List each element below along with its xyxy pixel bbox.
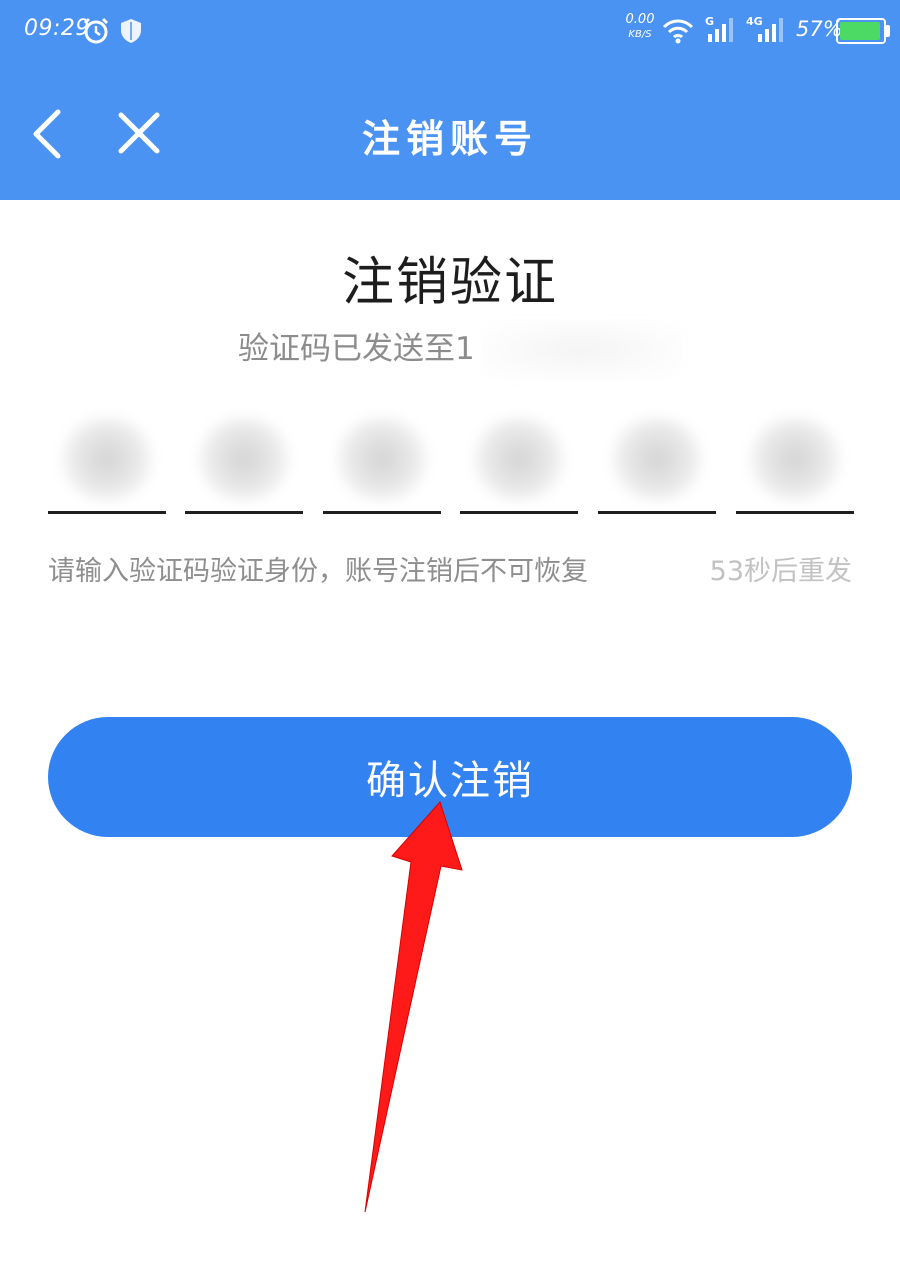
wifi-icon — [662, 18, 694, 48]
page-title: 注销账号 — [361, 117, 538, 161]
status-bar: 09:29 0.00 KB/S G 4G 57% — [0, 0, 900, 66]
shield-icon — [120, 18, 142, 48]
code-digit-5[interactable] — [598, 410, 716, 514]
code-digit-1[interactable] — [48, 410, 166, 514]
net-speed: 0.00 KB/S — [620, 12, 660, 42]
redacted-digit — [474, 418, 564, 500]
redacted-digit — [199, 418, 289, 500]
code-sent-text: 验证码已发送至1 — [238, 331, 475, 367]
digit-underline — [323, 511, 441, 514]
confirm-deregister-button[interactable]: 确认注销 — [48, 717, 852, 837]
verification-code-input[interactable] — [48, 410, 854, 514]
signal-2-label: 4G — [746, 15, 763, 28]
redacted-digit — [337, 418, 427, 500]
alarm-icon — [82, 17, 110, 49]
redacted-digit — [750, 418, 840, 500]
digit-underline — [185, 511, 303, 514]
code-digit-4[interactable] — [460, 410, 578, 514]
redacted-phone-number — [482, 320, 682, 380]
signal-4g-icon: 4G — [746, 14, 790, 50]
code-digit-2[interactable] — [185, 410, 303, 514]
verify-heading: 注销验证 — [341, 253, 558, 313]
warning-hint: 请输入验证码验证身份，账号注销后不可恢复 — [48, 556, 588, 587]
redacted-digit — [612, 418, 702, 500]
battery-fill — [840, 22, 880, 40]
digit-underline — [48, 511, 166, 514]
signal-1-label: G — [705, 15, 714, 28]
net-speed-unit: KB/S — [628, 29, 652, 40]
status-time: 09:29 — [24, 16, 90, 41]
code-digit-6[interactable] — [736, 410, 854, 514]
battery-icon — [836, 18, 886, 44]
nav-bar: 注销账号 — [0, 66, 900, 200]
resend-countdown[interactable]: 53秒后重发 — [710, 549, 852, 588]
net-speed-value: 0.00 — [625, 12, 655, 27]
digit-underline — [736, 511, 854, 514]
digit-underline — [598, 511, 716, 514]
code-digit-3[interactable] — [323, 410, 441, 514]
signal-icon: G — [704, 14, 740, 50]
digit-underline — [460, 511, 578, 514]
redacted-digit — [62, 418, 152, 500]
battery-cap — [886, 25, 890, 37]
